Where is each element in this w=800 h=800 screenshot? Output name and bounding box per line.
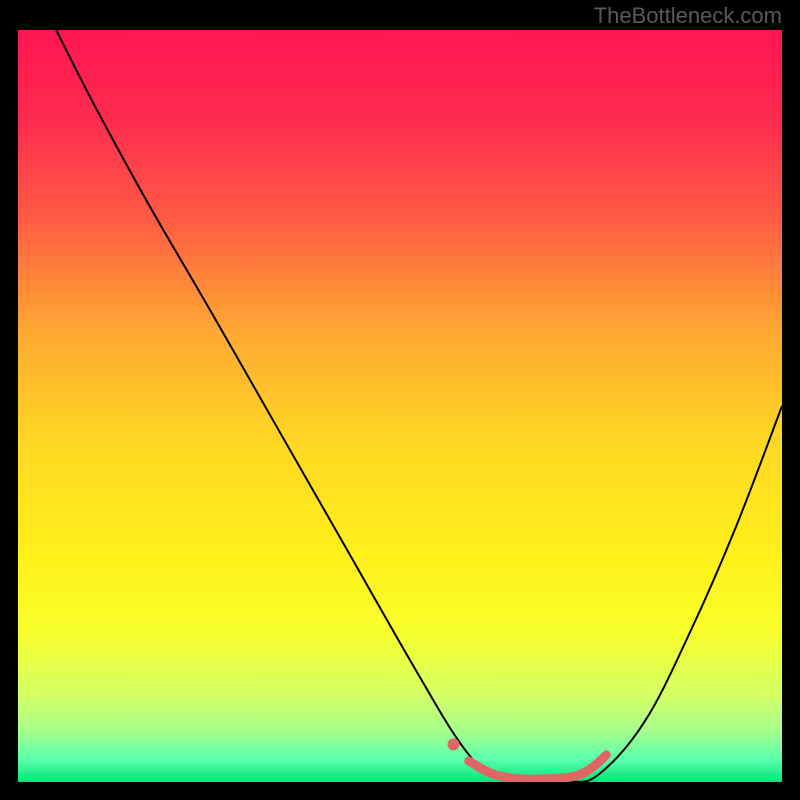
plot-area	[18, 30, 782, 782]
chart-svg	[18, 30, 782, 782]
highlight-dot	[447, 738, 459, 750]
gradient-background	[18, 30, 782, 782]
chart-container: TheBottleneck.com	[0, 0, 800, 800]
attribution-text: TheBottleneck.com	[594, 3, 782, 29]
